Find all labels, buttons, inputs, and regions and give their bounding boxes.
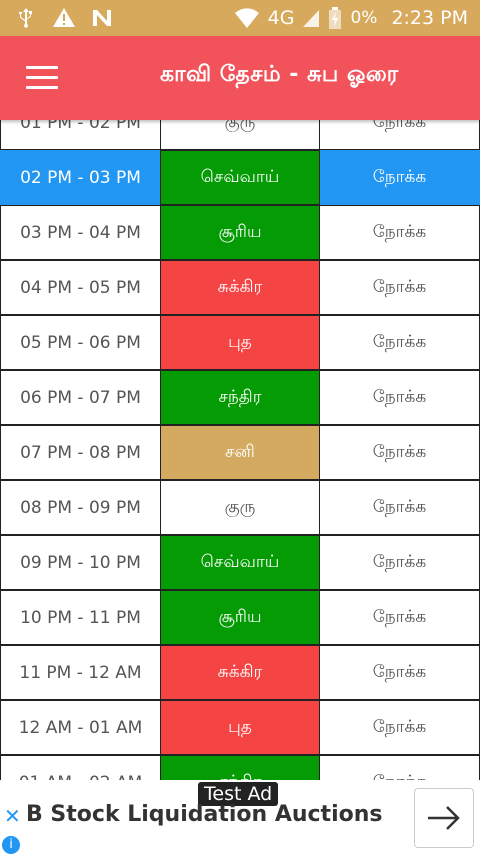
planet-cell: சூரிய: [160, 590, 320, 645]
status-cell: நோக்க: [320, 150, 480, 205]
planet-cell: செவ்வாய்: [160, 535, 320, 590]
table-row[interactable]: 10 PM - 11 PM சூரிய நோக்க: [0, 590, 480, 645]
time-slot-cell: 04 PM - 05 PM: [0, 260, 160, 315]
planet-cell: சந்திர: [160, 755, 320, 780]
hamburger-icon-line: [26, 86, 58, 89]
status-cell: நோக்க: [320, 645, 480, 700]
planet-cell: செவ்வாய்: [160, 150, 320, 205]
time-slot-cell: 02 PM - 03 PM: [0, 150, 160, 205]
hora-table[interactable]: 01 PM - 02 PM குரு நோக்க 02 PM - 03 PM செவ்வ…: [0, 120, 480, 780]
table-row[interactable]: 12 AM - 01 AM புத நோக்க: [0, 700, 480, 755]
planet-cell: சுக்கிர: [160, 645, 320, 700]
table-row[interactable]: 09 PM - 10 PM செவ்வாய் நோக்க: [0, 535, 480, 590]
status-cell: நோக்க: [320, 205, 480, 260]
status-bar-notifications: [14, 6, 114, 30]
status-cell: நோக்க: [320, 315, 480, 370]
network-type: 4G: [267, 7, 295, 29]
ad-headline[interactable]: B Stock Liquidation Auctions: [26, 802, 383, 827]
wifi-icon: [234, 8, 259, 28]
status-cell: நோக்க: [320, 120, 480, 150]
table-row[interactable]: 06 PM - 07 PM சந்திர நோக்க: [0, 370, 480, 425]
app-bar: காவி தேசம் - சுப ஓரை: [0, 36, 480, 120]
n-app-icon: [93, 10, 111, 26]
status-cell: நோக்க: [320, 370, 480, 425]
time-slot-cell: 07 PM - 08 PM: [0, 425, 160, 480]
table-row[interactable]: 11 PM - 12 AM சுக்கிர நோக்க: [0, 645, 480, 700]
status-cell: நோக்க: [320, 700, 480, 755]
signal-icon: [303, 10, 320, 27]
status-cell: நோக்க: [320, 535, 480, 590]
table-row[interactable]: 01 PM - 02 PM குரு நோக்க: [0, 120, 480, 150]
time-slot-cell: 01 AM - 02 AM: [0, 755, 160, 780]
hamburger-icon: [26, 66, 58, 69]
status-cell: நோக்க: [320, 590, 480, 645]
time-slot-cell: 03 PM - 04 PM: [0, 205, 160, 260]
hamburger-icon-line: [26, 76, 58, 79]
planet-cell: சுக்கிர: [160, 260, 320, 315]
clock: 2:23 PM: [391, 7, 468, 29]
ad-banner[interactable]: Test Ad ✕ B Stock Liquidation Auctions i: [0, 780, 480, 854]
battery-percent: 0%: [350, 8, 378, 28]
time-slot-cell: 12 AM - 01 AM: [0, 700, 160, 755]
status-cell: நோக்க: [320, 260, 480, 315]
time-slot-cell: 08 PM - 09 PM: [0, 480, 160, 535]
planet-cell: சந்திர: [160, 370, 320, 425]
time-slot-cell: 11 PM - 12 AM: [0, 645, 160, 700]
planet-cell: குரு: [160, 120, 320, 150]
table-row[interactable]: 02 PM - 03 PM செவ்வாய் நோக்க: [0, 150, 480, 205]
ad-open-button[interactable]: [414, 788, 474, 848]
status-cell: நோக்க: [320, 425, 480, 480]
planet-cell: குரு: [160, 480, 320, 535]
time-slot-cell: 09 PM - 10 PM: [0, 535, 160, 590]
status-bar-system: 4G 0% 2:23 PM: [234, 0, 468, 36]
usb-icon: [19, 8, 32, 28]
status-bar: 4G 0% 2:23 PM: [0, 0, 480, 36]
arrow-right-icon: [428, 806, 460, 830]
planet-cell: சனி: [160, 425, 320, 480]
table-row[interactable]: 07 PM - 08 PM சனி நோக்க: [0, 425, 480, 480]
time-slot-cell: 10 PM - 11 PM: [0, 590, 160, 645]
planet-cell: புத: [160, 700, 320, 755]
battery-charging-icon: [329, 7, 342, 29]
table-row[interactable]: 04 PM - 05 PM சுக்கிர நோக்க: [0, 260, 480, 315]
close-icon[interactable]: ✕: [4, 804, 21, 828]
table-row[interactable]: 03 PM - 04 PM சூரிய நோக்க: [0, 205, 480, 260]
table-row[interactable]: 08 PM - 09 PM குரு நோக்க: [0, 480, 480, 535]
status-cell: நோக்க: [320, 755, 480, 780]
table-row[interactable]: 05 PM - 06 PM புத நோக்க: [0, 315, 480, 370]
info-icon[interactable]: i: [2, 836, 20, 854]
status-cell: நோக்க: [320, 480, 480, 535]
page-title: காவி தேசம் - சுப ஓரை: [160, 62, 399, 87]
planet-cell: சூரிய: [160, 205, 320, 260]
warning-icon: [53, 8, 75, 27]
menu-button[interactable]: [26, 66, 58, 90]
table-row[interactable]: 01 AM - 02 AMசந்திரநோக்க: [0, 755, 480, 780]
time-slot-cell: 05 PM - 06 PM: [0, 315, 160, 370]
time-slot-cell: 01 PM - 02 PM: [0, 120, 160, 150]
planet-cell: புத: [160, 315, 320, 370]
time-slot-cell: 06 PM - 07 PM: [0, 370, 160, 425]
hora-table-body: 01 PM - 02 PM குரு நோக்க 02 PM - 03 PM செவ்வ…: [0, 120, 480, 780]
